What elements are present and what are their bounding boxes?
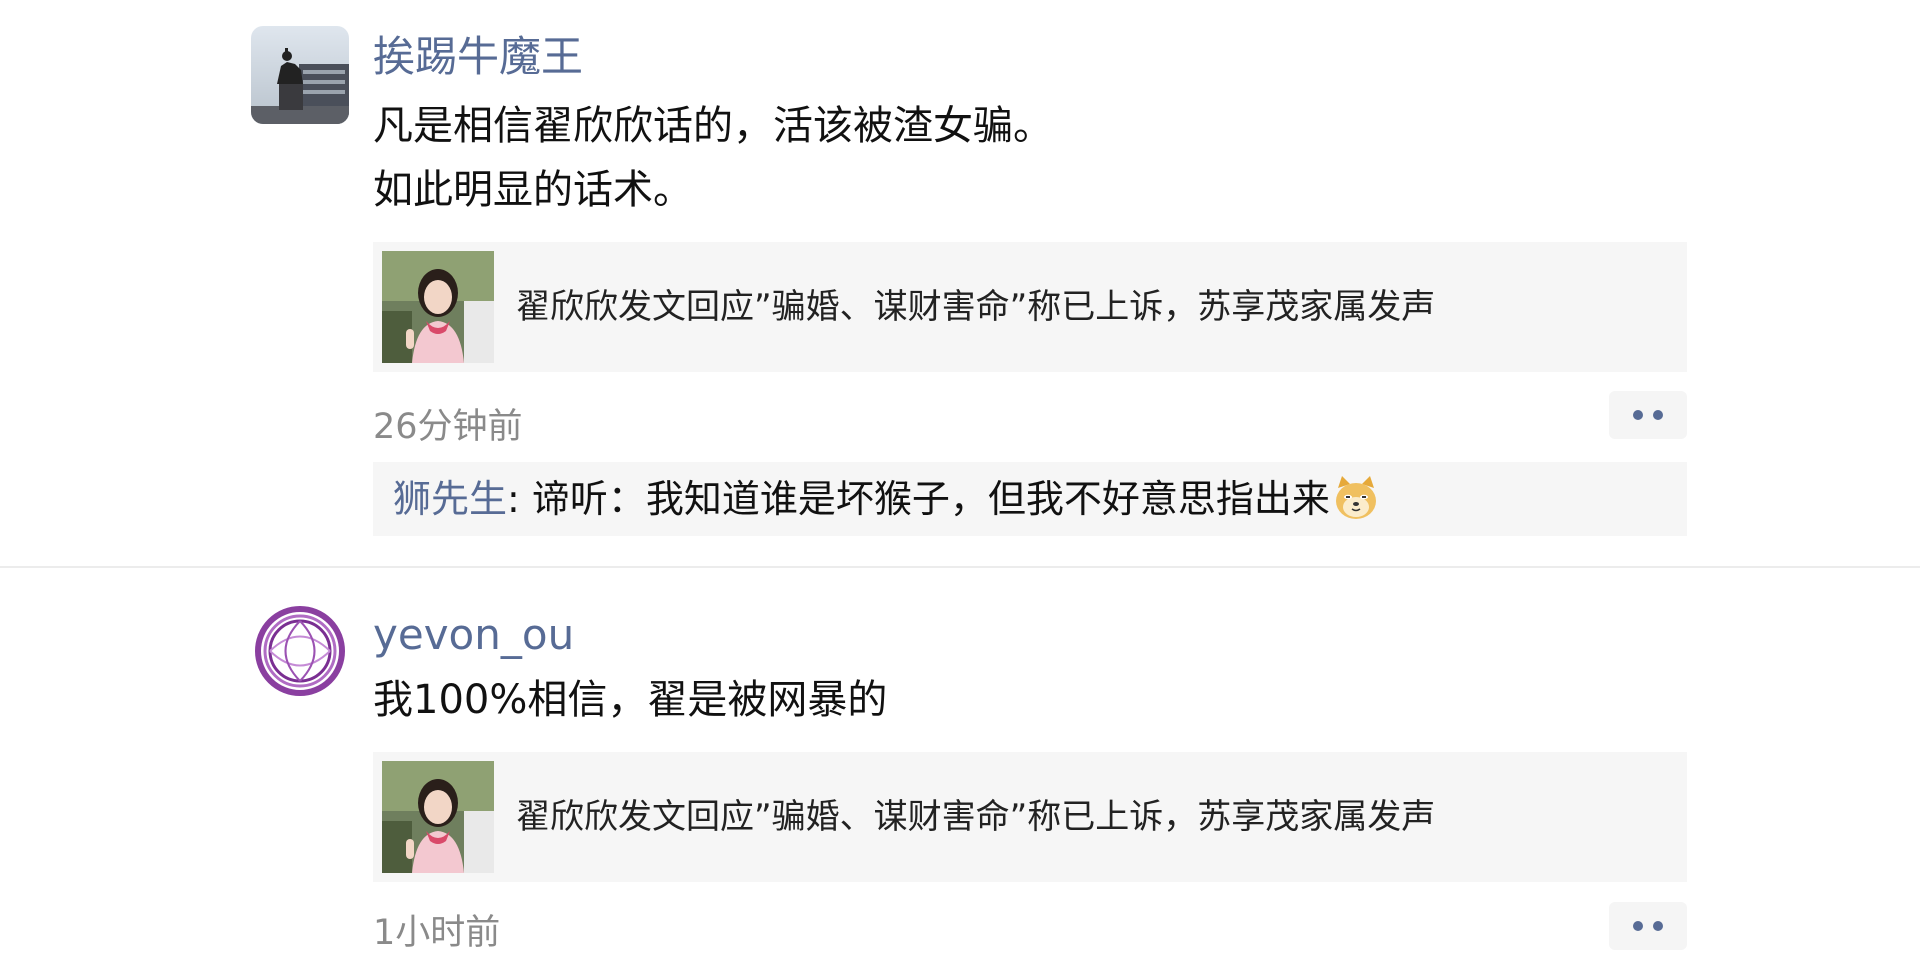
woman-photo-icon [382,761,494,873]
post: 挨踢牛魔王 凡是相信翟欣欣话的，活该被渣女骗。 如此明显的话术。 翟欣欣发文回应… [0,0,1920,566]
post-timestamp: 1小时前 [373,913,501,953]
post-timestamp: 26分钟前 [373,407,523,447]
post-content: 凡是相信翟欣欣话的，活该被渣女骗。 如此明显的话术。 [373,94,1053,222]
link-thumbnail [382,251,494,363]
shared-link-card[interactable]: 翟欣欣发文回应”骗婚、谋财害命”称已上诉，苏享茂家属发声 [373,242,1687,372]
more-actions-button[interactable] [1609,391,1687,439]
username[interactable]: yevon_ou [373,614,574,656]
post-content: 我100%相信，翟是被网暴的 [373,668,887,732]
comment[interactable]: 狮先生: 谛听：我知道谁是坏猴子，但我不好意思指出来 [393,474,1380,524]
user-avatar[interactable] [251,602,349,700]
dot-icon [1633,921,1643,931]
link-title: 翟欣欣发文回应”骗婚、谋财害命”称已上诉，苏享茂家属发声 [516,287,1436,327]
post-content-line: 如此明显的话术。 [373,167,693,213]
woman-photo-icon [382,251,494,363]
post-content-line: 我100%相信，翟是被网暴的 [373,677,888,723]
comment-text: 谛听：我知道谁是坏猴子，但我不好意思指出来 [519,477,1330,521]
dot-icon [1653,410,1663,420]
comment-section: 狮先生: 谛听：我知道谁是坏猴子，但我不好意思指出来 [373,462,1687,536]
link-title: 翟欣欣发文回应”骗婚、谋财害命”称已上诉，苏享茂家属发声 [516,797,1436,837]
moments-feed: 挨踢牛魔王 凡是相信翟欣欣话的，活该被渣女骗。 如此明显的话术。 翟欣欣发文回应… [0,0,1920,970]
comment-author[interactable]: 狮先生 [393,477,507,521]
statue-photo-icon [251,26,349,124]
dot-icon [1653,921,1663,931]
comment-separator: : [507,477,520,521]
more-actions-button[interactable] [1609,902,1687,950]
post-divider [0,566,1920,568]
shared-link-card[interactable]: 翟欣欣发文回应”骗婚、谋财害命”称已上诉，苏享茂家属发声 [373,752,1687,882]
username[interactable]: 挨踢牛魔王 [373,36,583,78]
doge-emoji-icon [1332,474,1380,522]
post-content-line: 凡是相信翟欣欣话的，活该被渣女骗。 [373,103,1053,149]
user-avatar[interactable] [251,26,349,124]
post: yevon_ou 我100%相信，翟是被网暴的 翟欣欣发文回应”骗婚、谋财害命” [0,572,1920,970]
dot-icon [1633,410,1643,420]
link-thumbnail [382,761,494,873]
purple-ring-logo-icon [255,606,345,696]
